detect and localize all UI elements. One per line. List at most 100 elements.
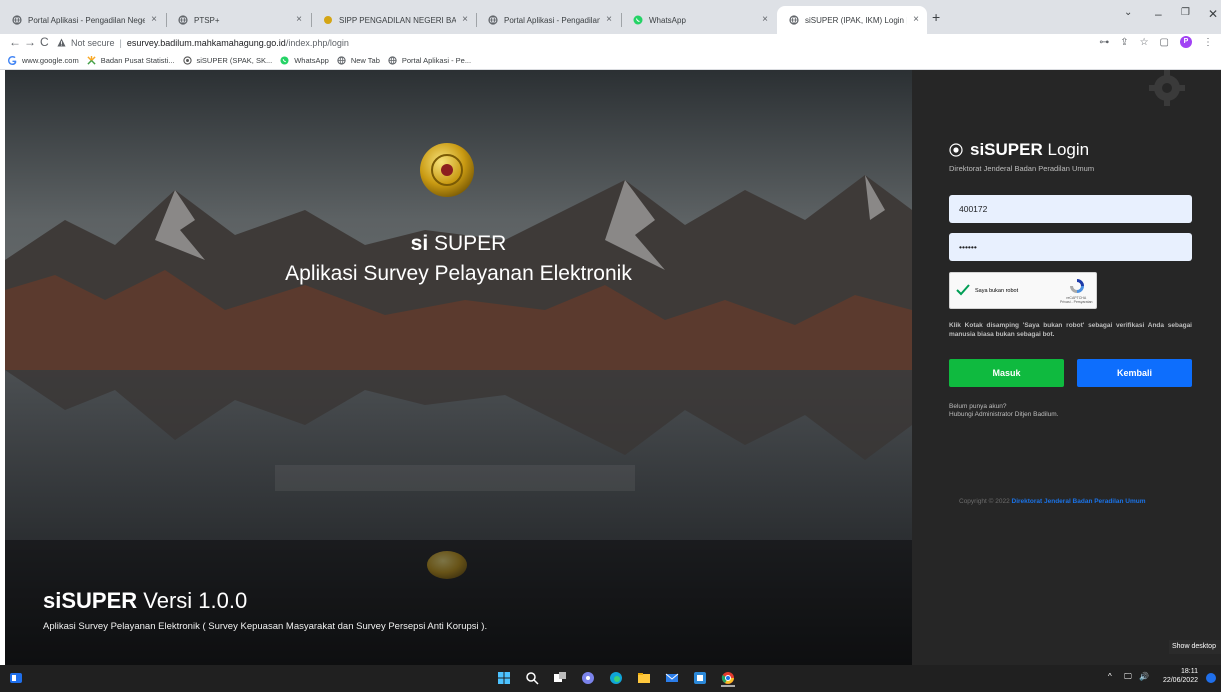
submit-button[interactable]: Masuk — [949, 359, 1064, 387]
edge-icon[interactable] — [609, 671, 623, 685]
address-divider: | — [119, 37, 122, 48]
browser-tab[interactable]: Portal Aplikasi - Pengadilan Nege × — [476, 6, 620, 34]
back-arrow-icon[interactable]: ← — [9, 34, 21, 50]
tray-chevron-icon[interactable]: ^ — [1108, 672, 1112, 681]
network-icon[interactable]: 🖵 — [1124, 672, 1132, 682]
bookmark-label: siSUPER (SPAK, SK... — [196, 56, 273, 65]
google-icon — [8, 56, 17, 65]
bookmark-item[interactable]: WhatsApp — [280, 56, 329, 65]
whatsapp-icon — [280, 56, 289, 65]
version-title: siSUPER Versi 1.0.0 — [43, 588, 247, 614]
recaptcha-widget[interactable]: Saya bukan robot reCAPTCHA Privasi - Per… — [949, 272, 1097, 309]
volume-icon[interactable]: 🔊 — [1139, 672, 1149, 681]
login-subtitle: Direktorat Jenderal Badan Peradilan Umum — [949, 164, 1095, 173]
key-icon[interactable]: ⊶ — [1099, 37, 1109, 48]
browser-tab[interactable]: PTSP+ × — [166, 6, 310, 34]
close-window-button[interactable]: ✕ — [1208, 7, 1218, 21]
widgets-icon[interactable] — [9, 671, 23, 685]
task-view-icon[interactable] — [553, 671, 567, 685]
url-path: /index.php/login — [285, 37, 349, 48]
bookmark-star-icon[interactable]: ☆ — [1140, 37, 1149, 48]
new-tab-button[interactable]: + — [932, 9, 940, 25]
bookmark-label: WhatsApp — [294, 56, 329, 65]
chat-icon[interactable] — [581, 671, 595, 685]
login-title-rest: Login — [1047, 140, 1090, 159]
clock[interactable]: 18:11 22/06/2022 — [1162, 667, 1198, 685]
recaptcha-links[interactable]: Privasi - Persyaratan — [1060, 300, 1092, 304]
username-field[interactable]: 400172 — [949, 195, 1192, 223]
bookmark-item[interactable]: Badan Pusat Statisti... — [87, 56, 175, 65]
side-panel-icon[interactable]: ▢ — [1160, 37, 1169, 48]
share-icon[interactable]: ⇪ — [1120, 37, 1128, 48]
close-tab-icon[interactable]: × — [294, 15, 304, 25]
target-icon — [949, 143, 963, 157]
globe-icon — [178, 15, 188, 25]
recaptcha-logo-icon — [1070, 279, 1084, 293]
copyright-org-link[interactable]: Direktorat Jenderal Badan Peradilan Umum — [1012, 498, 1146, 505]
recaptcha-text: reCAPTCHA Privasi - Persyaratan — [1060, 296, 1092, 304]
login-title-bold: siSUPER — [970, 140, 1043, 159]
clock-time: 18:11 — [1181, 668, 1198, 675]
close-tab-icon[interactable]: × — [149, 15, 159, 25]
store-icon[interactable] — [693, 671, 707, 685]
security-label: Not secure — [71, 37, 115, 48]
reload-icon[interactable]: C — [40, 34, 49, 50]
forward-arrow-icon[interactable]: → — [24, 34, 36, 50]
close-tab-icon[interactable]: × — [604, 15, 614, 25]
profile-avatar[interactable]: P — [1180, 36, 1192, 48]
browser-tab-active[interactable]: siSUPER (IPAK, IKM) Login | Direk × — [777, 6, 927, 34]
browser-tab[interactable]: Portal Aplikasi - Pengadilan Nege × — [0, 6, 165, 34]
file-explorer-icon[interactable] — [637, 671, 651, 685]
toolbar-icons: ⊶ ⇪ ☆ ▢ P ⋮ — [1099, 36, 1213, 48]
notification-badge-icon[interactable] — [1206, 673, 1216, 683]
hero-background: si SUPER Aplikasi Survey Pelayanan Elekt… — [5, 70, 912, 665]
tab-search-chevron-icon[interactable]: ⌄ — [1124, 7, 1132, 18]
bookmark-item[interactable]: siSUPER (SPAK, SK... — [182, 56, 273, 65]
bookmark-label: www.google.com — [22, 56, 79, 65]
close-tab-icon[interactable]: × — [460, 15, 470, 25]
mail-icon[interactable] — [665, 671, 679, 685]
menu-icon[interactable]: ⋮ — [1203, 37, 1213, 48]
bookmark-label: Portal Aplikasi - Pe... — [401, 56, 472, 65]
hero-brand-name: SUPER — [434, 232, 507, 255]
globe-icon — [12, 15, 22, 25]
password-field[interactable]: •••••• — [949, 233, 1192, 261]
minimize-button[interactable]: – — [1155, 7, 1162, 21]
copyright: Copyright © 2022 Direktorat Jenderal Bad… — [959, 498, 1146, 505]
bookmark-item[interactable]: New Tab — [337, 56, 380, 65]
warning-icon — [57, 38, 66, 47]
browser-tab[interactable]: SIPP PENGADILAN NEGERI BANT × — [311, 6, 476, 34]
windows-start-icon[interactable] — [497, 671, 511, 685]
contact-admin-text: Hubungi Administrator Ditjen Badilum. — [949, 411, 1059, 418]
checkmark-icon[interactable] — [956, 284, 970, 296]
bookmark-item[interactable]: www.google.com — [8, 56, 79, 65]
tab-title: Portal Aplikasi - Pengadilan Nege — [28, 15, 145, 25]
whatsapp-icon — [633, 15, 643, 25]
login-title: siSUPER Login — [949, 140, 1089, 160]
globe-icon — [337, 56, 346, 65]
globe-icon — [488, 15, 498, 25]
hero-brand-prefix: si — [410, 232, 429, 255]
chrome-icon[interactable] — [721, 671, 735, 687]
address-bar[interactable]: Not secure | esurvey.badilum.mahkamahagu… — [57, 35, 1107, 50]
close-tab-icon[interactable]: × — [911, 15, 921, 25]
no-account-text: Belum punya akun? — [949, 403, 1007, 410]
bookmark-item[interactable]: Portal Aplikasi - Pe... — [388, 56, 471, 65]
bps-icon — [87, 56, 96, 65]
tab-title: PTSP+ — [194, 15, 220, 25]
mountain-lake-illustration — [5, 70, 912, 665]
close-tab-icon[interactable]: × — [760, 15, 770, 25]
clock-date: 22/06/2022 — [1162, 677, 1198, 684]
restore-button[interactable]: ❐ — [1181, 7, 1190, 18]
tab-title: siSUPER (IPAK, IKM) Login | Direk — [805, 15, 907, 25]
globe-icon — [789, 15, 799, 25]
search-icon[interactable] — [525, 671, 539, 685]
browser-tab[interactable]: WhatsApp × — [621, 6, 776, 34]
back-button[interactable]: Kembali — [1077, 359, 1192, 387]
show-desktop-tooltip: Show desktop — [1169, 640, 1221, 654]
version-label: Versi 1.0.0 — [143, 588, 248, 613]
bookmarks-bar: www.google.com Badan Pusat Statisti... s… — [0, 52, 1221, 70]
gear-icon — [1149, 70, 1185, 106]
bookmark-label: Badan Pusat Statisti... — [100, 56, 175, 65]
globe-icon — [388, 56, 397, 65]
